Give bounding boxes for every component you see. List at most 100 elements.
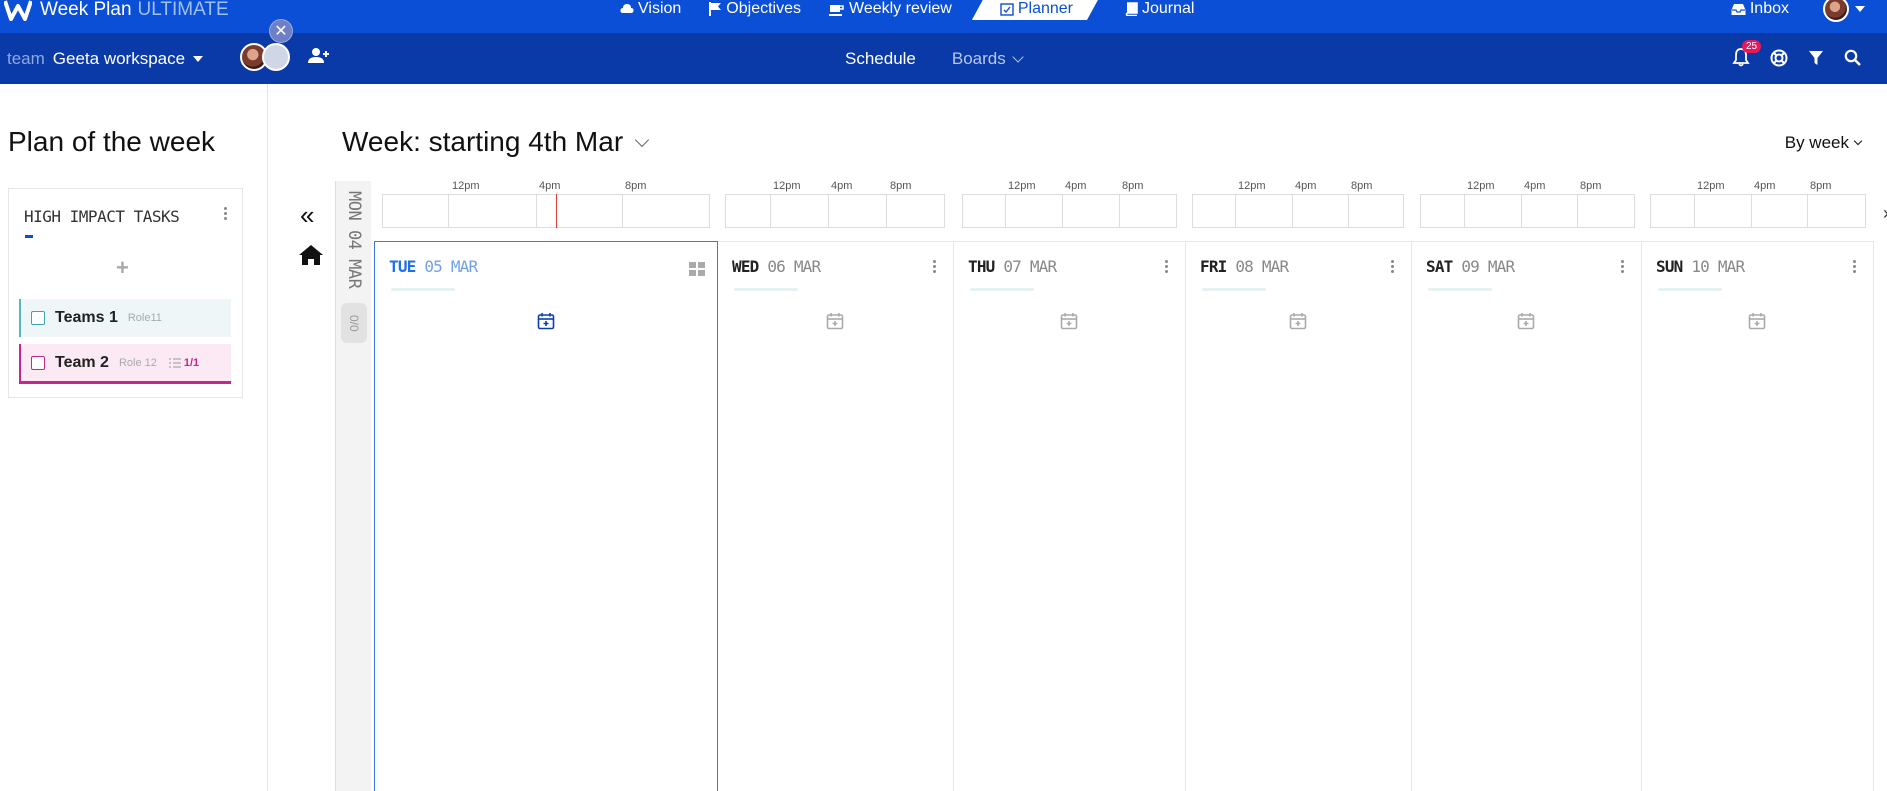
user-menu-caret-icon[interactable]	[1855, 6, 1865, 12]
timeline-divider	[1521, 194, 1522, 228]
chevron-down-icon	[1012, 51, 1024, 63]
timeline-hour-label: 8pm	[1351, 180, 1373, 192]
timeline-track[interactable]	[1192, 194, 1404, 228]
app-tier: ULTIMATE	[137, 0, 229, 20]
add-event-calendar-icon[interactable]	[826, 312, 844, 330]
task-name: Team 2	[55, 353, 109, 371]
timeline-divider	[622, 194, 623, 228]
task-checkbox[interactable]	[31, 311, 45, 325]
timeline-track[interactable]	[1650, 194, 1866, 228]
timeline-divider	[1348, 194, 1349, 228]
timeline-hour-label: 4pm	[1524, 180, 1546, 192]
timeline-divider	[536, 194, 537, 228]
workspace-selector[interactable]: team Geeta workspace	[7, 49, 204, 69]
filter-icon[interactable]	[1808, 50, 1824, 66]
day-menu-kebab-icon[interactable]	[1391, 260, 1395, 275]
book-icon	[1125, 2, 1138, 16]
timeline-divider	[1119, 194, 1120, 228]
notifications-bell-icon[interactable]: 25	[1732, 40, 1762, 67]
day-progress-bar	[1428, 288, 1492, 291]
week-selector[interactable]: Week: starting 4th Mar	[342, 126, 650, 158]
help-lifebuoy-icon[interactable]	[1770, 49, 1788, 67]
nav-objectives[interactable]: Objectives	[709, 0, 801, 18]
timeline-hour-label: 8pm	[1810, 180, 1832, 192]
day-column-wed[interactable]: WED 06 MAR	[718, 241, 954, 791]
monday-label: MON 04 MAR	[344, 191, 364, 289]
timeline-hour-label: 4pm	[1295, 180, 1317, 192]
current-time-indicator	[556, 194, 557, 228]
day-menu-kebab-icon[interactable]	[1853, 260, 1857, 275]
timeline-divider	[1751, 194, 1752, 228]
add-event-calendar-icon[interactable]	[1060, 312, 1078, 330]
logo-icon	[4, 0, 32, 21]
tab-boards[interactable]: Boards	[951, 49, 1024, 69]
day-timeline: 12pm 4pm 8pm	[962, 180, 1177, 228]
user-avatar[interactable]	[1823, 0, 1849, 22]
day-date: 06 MAR	[767, 257, 821, 276]
day-column-sun[interactable]: SUN 10 MAR	[1642, 241, 1874, 791]
day-header: WED 06 MAR	[732, 257, 821, 276]
timeline-divider	[1235, 194, 1236, 228]
inbox-icon	[1731, 3, 1746, 16]
timeline-divider	[1807, 194, 1808, 228]
task-item-teams-1[interactable]: Teams 1 Role11	[19, 299, 231, 337]
timeline-hour-label: 12pm	[1467, 180, 1495, 192]
timeline-hour-label: 4pm	[831, 180, 853, 192]
timeline-divider	[1694, 194, 1695, 228]
timeline-track[interactable]	[382, 194, 710, 228]
add-event-calendar-icon[interactable]	[1289, 312, 1307, 330]
add-user-icon[interactable]	[308, 47, 330, 65]
remove-member-close-icon[interactable]: ✕	[269, 19, 293, 43]
timeline-hour-label: 8pm	[890, 180, 912, 192]
member-avatar[interactable]	[262, 43, 290, 71]
day-column-fri[interactable]: FRI 08 MAR	[1186, 241, 1412, 791]
task-checkbox[interactable]	[31, 355, 45, 370]
day-menu-kebab-icon[interactable]	[1621, 260, 1625, 275]
timeline-track[interactable]	[962, 194, 1177, 228]
collapse-panel-icon[interactable]: «	[300, 200, 314, 231]
brand[interactable]: Week Plan ULTIMATE	[4, 0, 229, 23]
view-mode-dropdown[interactable]: By week	[1785, 133, 1863, 153]
add-event-calendar-icon[interactable]	[1748, 312, 1766, 330]
add-task-plus-icon[interactable]: +	[116, 255, 129, 281]
grid-view-icon[interactable]	[689, 262, 705, 276]
day-column-sat[interactable]: SAT 09 MAR	[1412, 241, 1642, 791]
inbox-button[interactable]: Inbox	[1731, 0, 1789, 18]
day-of-week: SUN	[1656, 257, 1683, 276]
nav-journal[interactable]: Journal	[1125, 0, 1194, 18]
chevron-down-icon	[635, 132, 650, 148]
day-header: SAT 09 MAR	[1426, 257, 1515, 276]
day-column-tue[interactable]: TUE 05 MAR	[374, 241, 718, 791]
task-item-team-2[interactable]: Team 2 Role 12 1/1	[19, 344, 231, 384]
monday-collapsed-column[interactable]: MON 04 MAR 0/0	[335, 181, 371, 791]
timeline-track[interactable]	[725, 194, 945, 228]
search-icon[interactable]	[1844, 49, 1861, 66]
day-progress-bar	[391, 288, 455, 291]
nav-vision[interactable]: Vision	[620, 0, 681, 18]
next-week-arrow-icon[interactable]: ›	[1883, 203, 1887, 224]
home-icon[interactable]	[298, 244, 324, 266]
nav-weekly-review-label: Weekly review	[849, 0, 952, 17]
day-date: 07 MAR	[1003, 257, 1057, 276]
subtask-count-value: 1/1	[183, 356, 200, 369]
timeline-track[interactable]	[1420, 194, 1635, 228]
timeline-hour-label: 8pm	[1122, 180, 1144, 192]
card-menu-kebab-icon[interactable]	[224, 207, 228, 222]
top-right-controls: Inbox	[1731, 0, 1865, 22]
add-event-calendar-icon[interactable]	[537, 312, 555, 330]
list-icon	[168, 357, 181, 368]
timeline-divider	[828, 194, 829, 228]
timeline-hour-label: 12pm	[1008, 180, 1036, 192]
tab-boards-label: Boards	[951, 49, 1006, 68]
nav-planner[interactable]: Planner	[972, 0, 1099, 20]
tab-schedule[interactable]: Schedule	[845, 49, 916, 69]
day-column-thu[interactable]: THU 07 MAR	[954, 241, 1186, 791]
timeline-divider	[1062, 194, 1063, 228]
timeline-divider	[1577, 194, 1578, 228]
add-event-calendar-icon[interactable]	[1517, 312, 1535, 330]
day-menu-kebab-icon[interactable]	[933, 260, 937, 275]
day-timeline: 12pm 4pm 8pm	[382, 180, 710, 228]
day-of-week: WED	[732, 257, 759, 276]
nav-weekly-review[interactable]: Weekly review	[829, 0, 952, 18]
day-menu-kebab-icon[interactable]	[1165, 260, 1169, 275]
